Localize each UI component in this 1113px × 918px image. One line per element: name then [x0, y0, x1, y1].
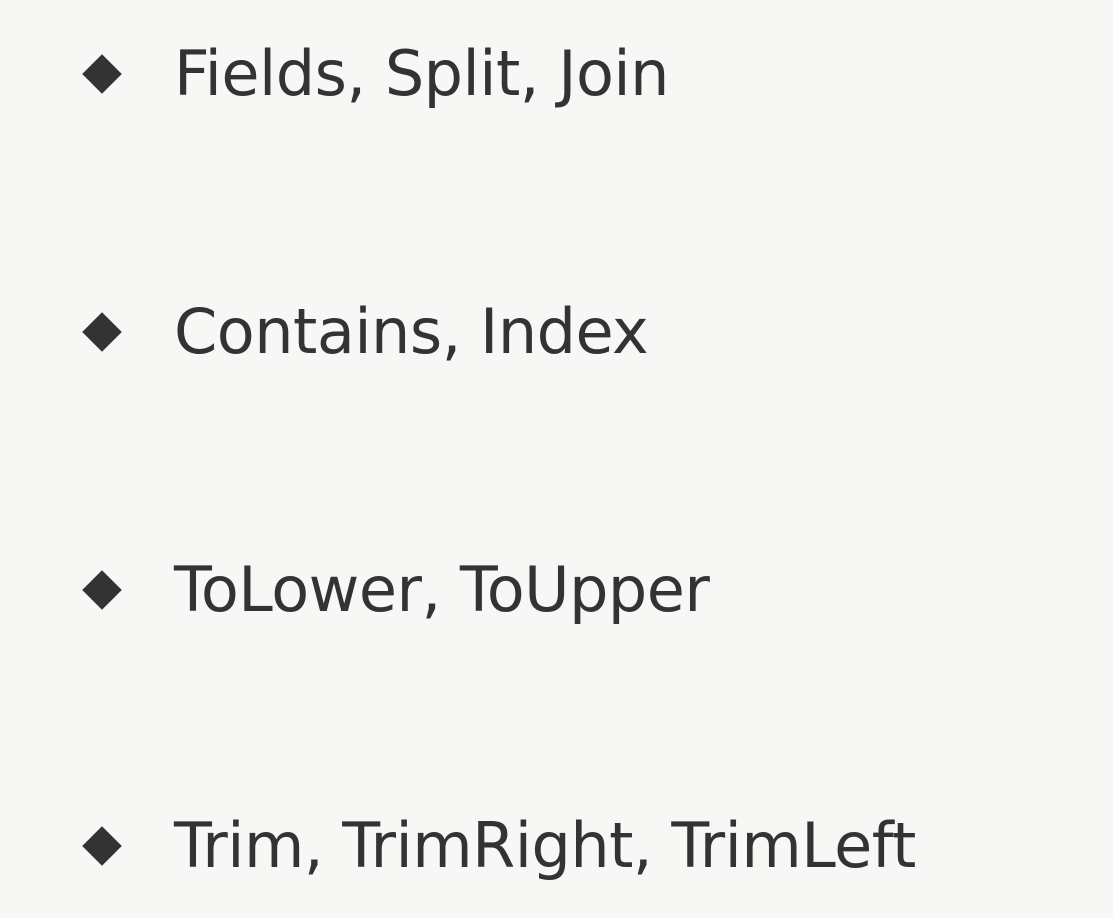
list-item: Fields, Split, Join — [82, 29, 669, 119]
list-item: ToLower, ToUpper — [82, 545, 710, 635]
list-item-text: ToLower, ToUpper — [174, 553, 710, 626]
diamond-bullet-icon — [82, 54, 122, 94]
list-item-text: Contains, Index — [174, 295, 649, 368]
list-item: Trim, TrimRight, TrimLeft — [82, 801, 916, 891]
list-item: Contains, Index — [82, 287, 649, 377]
list-item-text: Fields, Split, Join — [174, 37, 669, 110]
diamond-bullet-icon — [82, 570, 122, 610]
diamond-bullet-icon — [82, 312, 122, 352]
diamond-bullet-icon — [82, 826, 122, 866]
list-item-text: Trim, TrimRight, TrimLeft — [174, 809, 916, 882]
